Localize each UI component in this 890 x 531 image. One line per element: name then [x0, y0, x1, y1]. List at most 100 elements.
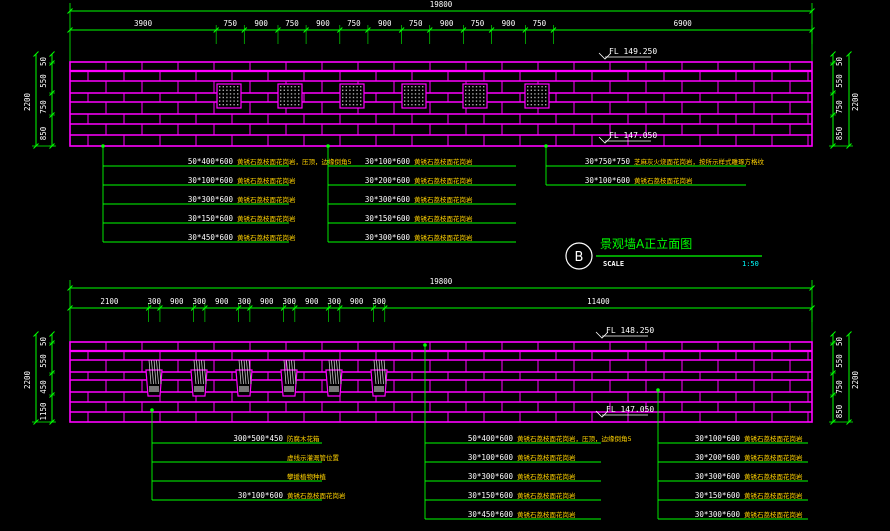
screen-pattern-dot: [233, 100, 235, 102]
callout-spec: 30*100*600: [188, 176, 234, 185]
screen-pattern-dot: [414, 104, 417, 106]
screen-pattern-dot: [233, 89, 235, 91]
screen-pattern-dot: [283, 104, 285, 106]
callout-note: 攀援植物种植: [287, 472, 327, 481]
screen-pattern-dot: [349, 86, 351, 88]
screen-pattern-dot: [226, 89, 228, 91]
elevation_a: 19800 3900 750 900 750 900 750 900 750 900 750 900 7…: [23, 0, 860, 149]
elevation_a-wall: [69, 61, 813, 147]
screen-pattern-dot: [352, 96, 355, 99]
segment-dim-label: 750: [223, 19, 237, 28]
cad-drawing-canvas[interactable]: 19800 3900 750 900 750 900 750 900 750 900 750 900 7…: [0, 0, 890, 531]
callout-note: 黄锈石荔枝面花岗岩: [414, 157, 473, 166]
screen-pattern-dot: [530, 93, 532, 95]
screen-pattern-dot: [226, 100, 228, 102]
screen-pattern-dot: [422, 89, 424, 91]
screen-pattern-dot: [287, 93, 289, 95]
screen-pattern-dot: [360, 89, 362, 91]
screen-pattern-dot: [280, 104, 282, 106]
segment-dim-label: 3900: [134, 19, 153, 28]
planter-outline: [145, 369, 163, 397]
screen-pattern-dot: [233, 96, 235, 99]
screen-pattern-dot: [356, 89, 358, 91]
planter-box: [280, 359, 298, 397]
screen-pattern-dot: [545, 86, 547, 88]
height-dim-label: 750: [39, 100, 48, 114]
screen-pattern-dot: [418, 100, 420, 102]
screen-pattern-dot: [352, 100, 355, 102]
screen-pattern-dot: [545, 89, 547, 91]
screen-pattern-dot: [226, 86, 228, 88]
wall-outline: [69, 61, 813, 147]
screen-pattern-dot: [229, 104, 232, 106]
screen-pattern-dot: [479, 86, 481, 88]
screen-pattern-dot: [472, 100, 474, 102]
screen-pattern-dot: [345, 100, 347, 102]
screen-pattern-dot: [237, 100, 239, 102]
leader-dot: [544, 144, 548, 148]
screen-pattern-dot: [294, 93, 296, 95]
height-dim-label: 850: [39, 126, 48, 140]
screen-pattern-dot: [537, 104, 540, 106]
screen-pattern-dot: [465, 96, 467, 99]
segment-dim-label: 750: [409, 19, 423, 28]
screen-pattern-dot: [407, 100, 409, 102]
screen-pattern-dot: [226, 104, 228, 106]
left-height-dims: 50 550 450 1150 2200: [23, 331, 56, 425]
screen-pattern-dot: [342, 89, 344, 91]
screen-pattern-dot: [404, 93, 406, 95]
screen-pattern-dot: [418, 93, 420, 95]
height-total-label: 2200: [23, 92, 32, 111]
screen-pattern-dot: [527, 96, 529, 99]
screen-pattern-dot: [407, 96, 409, 99]
planter-base: [284, 386, 294, 392]
screen-pattern-dot: [475, 100, 478, 102]
callout-note: 芝麻灰火烧面花岗岩，按所示样式雕琢方格纹: [634, 157, 765, 166]
callout-note: 黄锈石荔枝面花岗岩: [744, 510, 803, 519]
screen-pattern-dot: [229, 96, 232, 99]
callout-note: 黄锈石荔枝面花岗岩: [414, 176, 473, 185]
screen-pattern-dot: [468, 93, 470, 95]
screen-pattern-dot: [407, 104, 409, 106]
callout-note: 黄锈石荔枝面花岗岩: [237, 214, 296, 223]
screen-pattern-dot: [479, 104, 481, 106]
screen-pattern-dot: [468, 104, 470, 106]
screen-pattern-dot: [219, 89, 221, 91]
screen-pattern-dot: [219, 86, 221, 88]
screen-pattern-dot: [537, 93, 540, 95]
callout-spec: 30*750*750: [585, 157, 631, 166]
screen-pattern-dot: [290, 100, 293, 102]
screen-pattern-dot: [468, 100, 470, 102]
screen-pattern-dot: [411, 89, 413, 91]
screen-pattern-dot: [414, 96, 417, 99]
screen-pattern-dot: [541, 86, 543, 88]
screen-pattern-dot: [280, 89, 282, 91]
screen-pattern-dot: [465, 104, 467, 106]
segment-dim-label: 300: [193, 297, 207, 306]
screen-pattern-dot: [219, 93, 221, 95]
screen-pattern-dot: [541, 100, 543, 102]
screen-pattern-dot: [237, 86, 239, 88]
callout-note: 黄锈石荔枝面花岗岩: [237, 195, 296, 204]
segment-dim-label: 11400: [587, 297, 610, 306]
screen-pattern-dot: [418, 96, 420, 99]
elevation_b-callout-group: 30*100*600 黄锈石荔枝面花岗岩30*200*600 黄锈石荔枝面花岗岩30…: [656, 388, 808, 520]
screen-pattern-dot: [360, 86, 362, 88]
screen-pattern-dot: [360, 93, 362, 95]
screen-pattern-dot: [233, 86, 235, 88]
screen-pattern-dot: [226, 96, 228, 99]
segment-dim-label: 900: [440, 19, 454, 28]
screen-pattern-dot: [479, 100, 481, 102]
screen-pattern-dot: [237, 104, 239, 106]
callout-note: 黄锈石荔枝面花岗岩: [237, 233, 296, 242]
screen-pattern-dot: [472, 96, 474, 99]
screen-pattern-dot: [360, 100, 362, 102]
screen-pattern-dot: [222, 89, 224, 91]
segment-dim-label: 300: [372, 297, 386, 306]
leader-dot: [150, 408, 154, 412]
screen-pattern-dot: [287, 96, 289, 99]
title-badge-letter: B: [575, 250, 584, 265]
screen-pattern-dot: [342, 96, 344, 99]
segment-dim-label: 750: [471, 19, 485, 28]
screen-pattern-dot: [527, 100, 529, 102]
